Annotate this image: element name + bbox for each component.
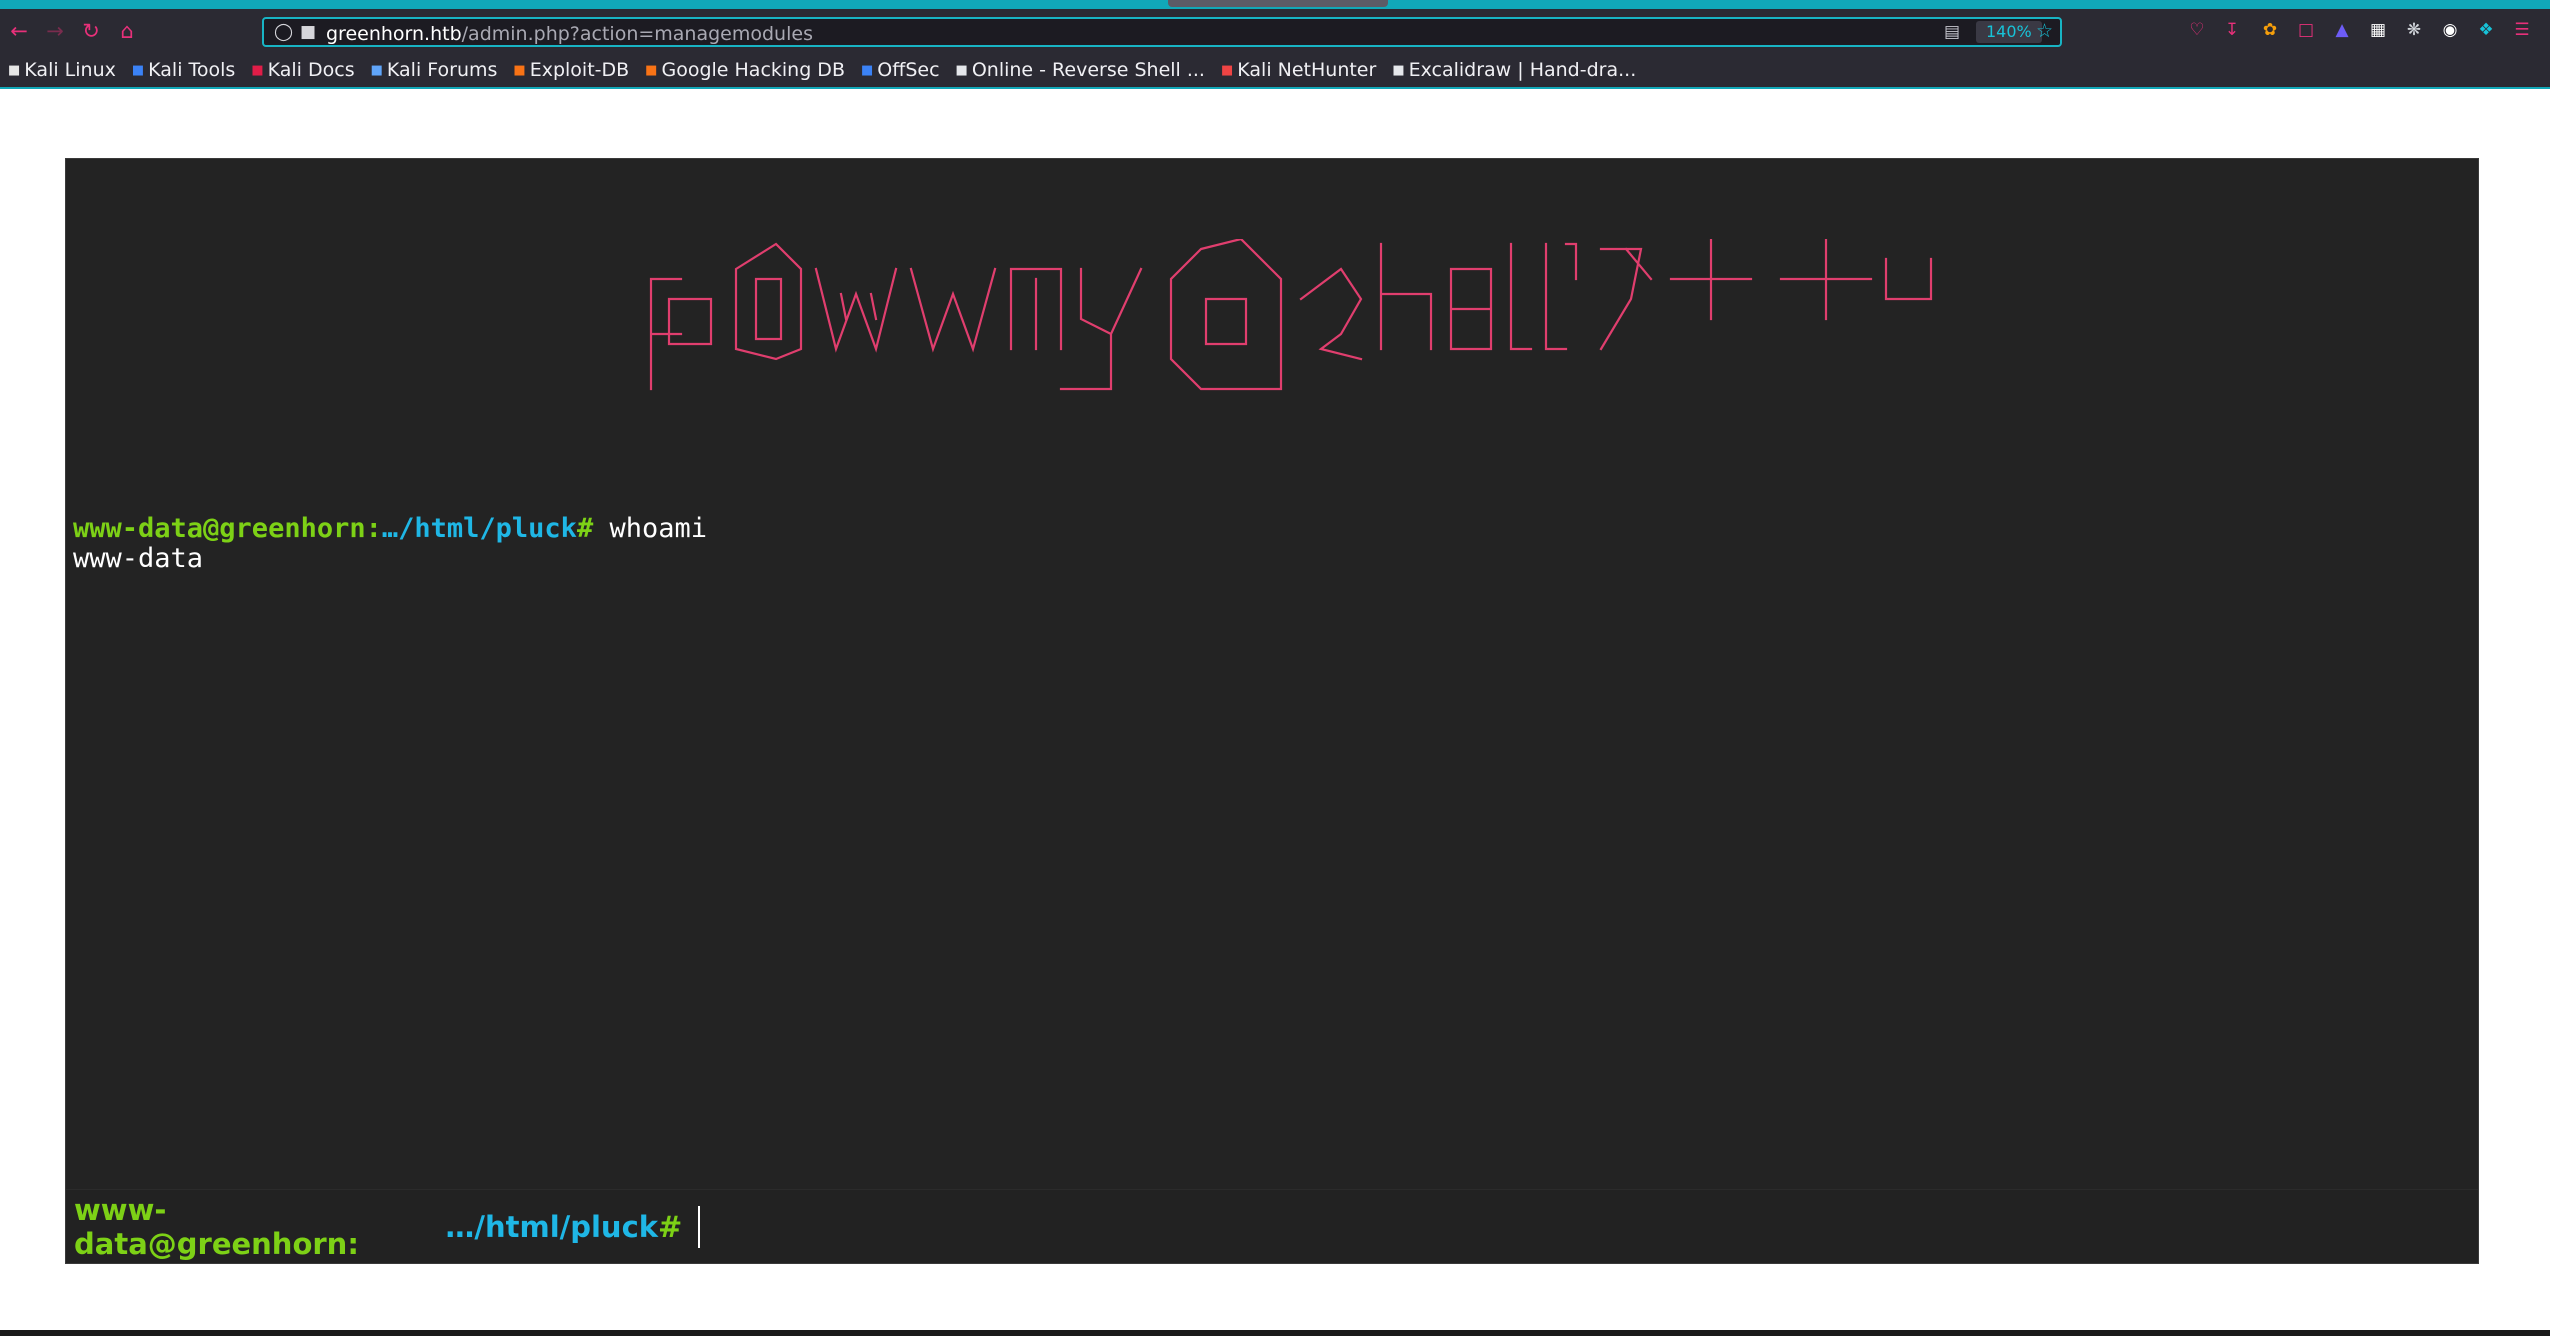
bookmark-item[interactable]: ■ Google Hacking DB: [645, 59, 845, 81]
input-prompt-symbol: #: [658, 1209, 683, 1244]
downloads-icon[interactable]: ↧: [2220, 18, 2244, 42]
calendar-extension-icon[interactable]: ▦: [2366, 18, 2390, 42]
bookmark-label: Kali Docs: [267, 59, 355, 81]
bookmark-item[interactable]: ■ Online - Reverse Shell ...: [956, 59, 1205, 81]
offsec-icon: ■: [860, 62, 874, 78]
banner-stroke: [1599, 247, 1653, 351]
active-tab[interactable]: [1168, 0, 1388, 7]
url-bar[interactable]: ◯ ■ greenhorn.htb/admin.php?action=manag…: [262, 17, 2062, 47]
banner-stroke: [754, 277, 783, 341]
bookmark-label: OffSec: [877, 59, 940, 81]
banner-stroke: [1059, 267, 1143, 391]
bookmark-item[interactable]: ■ Kali Forums: [371, 59, 498, 81]
banner-stroke: [1509, 242, 1533, 351]
bookmark-item[interactable]: ■ Kali NetHunter: [1221, 59, 1376, 81]
bookmark-star-icon[interactable]: ☆: [2036, 20, 2053, 42]
bookmark-label: Kali Forums: [386, 59, 498, 81]
banner-stroke: [1779, 239, 1873, 321]
banner-stroke: [1299, 267, 1363, 361]
banner-stroke: [649, 277, 683, 391]
kali-docs-icon: ■: [251, 62, 264, 78]
bookmark-label: Kali NetHunter: [1237, 59, 1377, 81]
user-agent-extension-icon[interactable]: ❖: [2474, 18, 2498, 42]
history-prompt: www-data@greenhorn:…/html/pluck#: [73, 513, 593, 544]
bookmark-label: Excalidraw | Hand-dra...: [1408, 59, 1637, 81]
kali-forums-icon: ■: [370, 62, 383, 78]
prompt-symbol: #: [576, 513, 594, 544]
skull-icon: ■: [955, 62, 968, 78]
input-prompt-path: …/html/pluck: [445, 1209, 659, 1244]
page-bottom-edge: [0, 1330, 2550, 1336]
shield-extension-icon[interactable]: ◉: [2438, 18, 2462, 42]
foxyproxy-extension-icon[interactable]: ✿: [2258, 18, 2282, 42]
cookie-extension-icon[interactable]: ❋: [2402, 18, 2426, 42]
browser-chrome: ← → ↻ ⌂ ◯ ■ greenhorn.htb/admin.php?acti…: [0, 0, 2550, 89]
banner-stroke: [1169, 239, 1283, 391]
hamburger-menu-icon[interactable]: ☰: [2510, 18, 2534, 42]
bookmark-item[interactable]: ■ Kali Linux: [8, 59, 116, 81]
history-command: whoami: [609, 513, 708, 544]
prompt-user-host: www-data@greenhorn:: [73, 513, 382, 544]
banner-stroke: [1449, 267, 1493, 351]
bookmark-item[interactable]: ■ Kali Docs: [251, 59, 354, 81]
bookmark-item[interactable]: ■ Exploit-DB: [513, 59, 629, 81]
bookmark-label: Exploit-DB: [529, 59, 630, 81]
bookmark-label: Kali Tools: [148, 59, 236, 81]
history-output: www-data: [73, 543, 204, 574]
banner-stroke: [667, 297, 713, 346]
banner-stroke: [1009, 267, 1063, 351]
forward-arrow-icon[interactable]: →: [42, 18, 68, 44]
nethunter-icon: ■: [1220, 62, 1234, 78]
url-host: greenhorn.htb: [326, 23, 462, 45]
excalidraw-icon: ■: [1392, 62, 1405, 78]
url-path: /admin.php?action=managemodules: [461, 23, 813, 45]
shield-icon[interactable]: ◯: [274, 22, 293, 42]
bookmarks-toolbar: ■ Kali Linux ■ Kali Tools ■ Kali Docs ■ Kali Fo…: [0, 55, 2550, 85]
ascii-banner: [649, 239, 1933, 391]
banner-stroke: [909, 267, 997, 353]
banner-stroke: [1379, 242, 1433, 351]
extension-puzzle-icon[interactable]: □: [2294, 18, 2318, 42]
input-prompt-user-host: www-data@greenhorn:: [74, 1192, 359, 1261]
kali-tools-icon: ■: [131, 62, 145, 78]
reload-icon[interactable]: ↻: [78, 18, 104, 44]
bookmark-item[interactable]: ■ Excalidraw | Hand-dra...: [1392, 59, 1636, 81]
bookmark-item[interactable]: ■ Kali Tools: [132, 59, 235, 81]
zoom-level-badge[interactable]: 140%: [1976, 21, 2042, 43]
banner-stroke: [1884, 257, 1933, 301]
ghdb-icon: ■: [645, 62, 658, 78]
reader-view-icon[interactable]: ▤: [1944, 22, 1960, 42]
chrome-divider: [0, 87, 2550, 89]
bookmark-label: Kali Linux: [24, 59, 116, 81]
back-arrow-icon[interactable]: ←: [6, 18, 32, 44]
pocket-icon[interactable]: ♡: [2185, 18, 2209, 42]
url-text[interactable]: greenhorn.htb/admin.php?action=managemod…: [326, 23, 813, 45]
lock-icon[interactable]: ■: [300, 22, 316, 42]
bookmark-item[interactable]: ■ OffSec: [861, 59, 940, 81]
banner-stroke: [814, 267, 898, 353]
kali-dragon-icon: ■: [8, 62, 21, 78]
home-icon[interactable]: ⌂: [114, 18, 140, 44]
terminal-output: www-data@greenhorn:…/html/pluck# whoami …: [73, 514, 707, 574]
banner-stroke: [1544, 242, 1578, 351]
command-input-row: www-data@greenhorn: …/html/pluck #: [66, 1189, 2478, 1263]
wappalyzer-extension-icon[interactable]: ▲: [2330, 18, 2354, 42]
exploit-db-icon: ■: [513, 62, 526, 78]
prompt-path: …/html/pluck: [381, 513, 577, 544]
bookmark-label: Online - Reverse Shell ...: [971, 59, 1205, 81]
shell-terminal: www-data@greenhorn:…/html/pluck# whoami …: [65, 158, 2479, 1264]
bookmark-label: Google Hacking DB: [661, 59, 845, 81]
banner-stroke: [1204, 297, 1248, 346]
banner-stroke: [1669, 239, 1753, 321]
banner-stroke: [734, 242, 803, 361]
command-input[interactable]: [698, 1205, 2478, 1248]
navigation-toolbar: ← → ↻ ⌂ ◯ ■ greenhorn.htb/admin.php?acti…: [0, 12, 2550, 52]
